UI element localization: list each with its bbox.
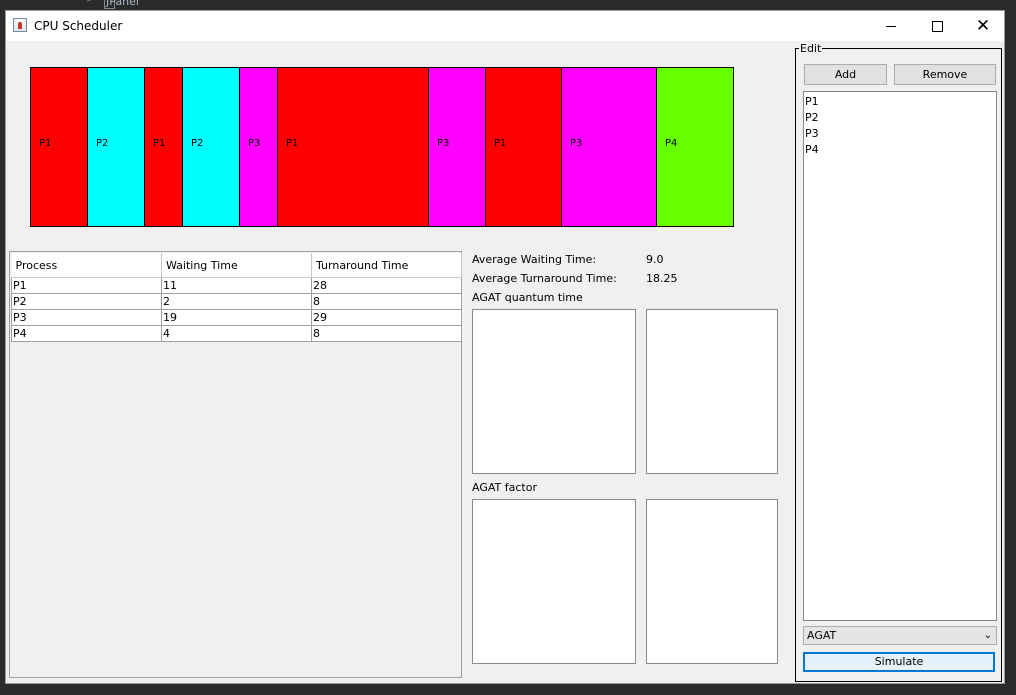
gantt-block-label: P3	[248, 138, 261, 149]
list-item[interactable]: P3	[805, 126, 995, 142]
column-header-process[interactable]: Process	[11, 253, 162, 278]
average-waiting-time-value: 9.0	[646, 253, 664, 266]
chevron-down-icon: ⌄	[983, 630, 992, 641]
table-row[interactable]: P3 19 29	[11, 309, 462, 326]
factor-values-panel	[646, 499, 778, 664]
minimize-button[interactable]	[868, 11, 914, 41]
cell-turnaround-time[interactable]: 8	[311, 293, 462, 310]
algorithm-select-value: AGAT	[807, 629, 837, 642]
cell-waiting-time[interactable]: 4	[161, 325, 312, 342]
table-row[interactable]: P2 2 8	[11, 293, 462, 310]
gantt-chart: P1 P2 P1 P2 P3 P1 P3 P1 P3 P4	[30, 67, 734, 227]
quantum-history-panel	[472, 309, 636, 474]
gantt-block-p1: P1	[278, 68, 429, 226]
gantt-block-p3: P3	[562, 68, 657, 226]
gantt-block-label: P1	[39, 138, 52, 149]
factor-history-panel	[472, 499, 636, 664]
java-app-icon	[13, 18, 27, 32]
gantt-block-p1: P1	[31, 68, 88, 226]
cell-waiting-time[interactable]: 19	[161, 309, 312, 326]
process-list[interactable]: P1 P2 P3 P4	[803, 91, 997, 621]
maximize-button[interactable]	[914, 11, 960, 41]
column-header-turnaround-time[interactable]: Turnaround Time	[311, 253, 462, 278]
tree-expand-icon: >	[86, 0, 94, 5]
gantt-block-p1: P1	[145, 68, 183, 226]
gantt-block-label: P3	[570, 138, 583, 149]
maximize-icon	[931, 21, 943, 32]
cell-process[interactable]: P4	[11, 325, 162, 342]
cell-waiting-time[interactable]: 11	[161, 277, 312, 294]
gantt-block-label: P3	[437, 138, 450, 149]
gantt-block-p4: P4	[657, 68, 733, 226]
close-icon: ✕	[975, 16, 991, 36]
background-ide-strip: > JPanel	[0, 0, 1016, 10]
cell-turnaround-time[interactable]: 29	[311, 309, 462, 326]
quantum-values-panel	[646, 309, 778, 474]
gantt-block-label: P1	[494, 138, 507, 149]
algorithm-select[interactable]: AGAT ⌄	[803, 626, 997, 645]
table-header-row: Process Waiting Time Turnaround Time	[11, 253, 462, 278]
gantt-block-p3: P3	[429, 68, 486, 226]
cpu-scheduler-window: CPU Scheduler ✕ P1 P2 P1 P2 P3 P1 P3 P1 P3 P4 Pro…	[5, 10, 1005, 684]
tree-node-label: JPanel	[106, 0, 139, 8]
cell-turnaround-time[interactable]: 28	[311, 277, 462, 294]
edit-group: Edit Add Remove P1 P2 P3 P4 AGAT ⌄ Simul…	[795, 42, 1002, 682]
cell-process[interactable]: P3	[11, 309, 162, 326]
results-table-pane: Process Waiting Time Turnaround Time P1 …	[9, 251, 462, 678]
edit-group-title: Edit	[799, 42, 823, 55]
results-table: Process Waiting Time Turnaround Time P1 …	[11, 253, 462, 342]
average-turnaround-time-label: Average Turnaround Time:	[472, 272, 617, 285]
title-bar[interactable]: CPU Scheduler ✕	[6, 11, 1004, 41]
average-turnaround-time-value: 18.25	[646, 272, 678, 285]
close-button[interactable]: ✕	[960, 11, 1006, 41]
list-item[interactable]: P4	[805, 142, 995, 158]
average-waiting-time-label: Average Waiting Time:	[472, 253, 597, 266]
window-title: CPU Scheduler	[34, 19, 123, 33]
add-button[interactable]: Add	[804, 64, 887, 85]
simulate-button[interactable]: Simulate	[803, 652, 995, 672]
gantt-block-label: P2	[96, 138, 109, 149]
gantt-block-label: P2	[191, 138, 204, 149]
list-item[interactable]: P2	[805, 110, 995, 126]
cell-waiting-time[interactable]: 2	[161, 293, 312, 310]
minimize-icon	[886, 26, 896, 27]
cell-process[interactable]: P1	[11, 277, 162, 294]
agat-quantum-time-label: AGAT quantum time	[472, 291, 583, 304]
gantt-block-label: P4	[665, 138, 678, 149]
remove-button[interactable]: Remove	[894, 64, 996, 85]
gantt-block-label: P1	[153, 138, 166, 149]
gantt-block-p1: P1	[486, 68, 562, 226]
table-row[interactable]: P4 4 8	[11, 325, 462, 342]
list-item[interactable]: P1	[805, 94, 995, 110]
table-row[interactable]: P1 11 28	[11, 277, 462, 294]
gantt-block-p2: P2	[88, 68, 145, 226]
cell-process[interactable]: P2	[11, 293, 162, 310]
cell-turnaround-time[interactable]: 8	[311, 325, 462, 342]
column-header-waiting-time[interactable]: Waiting Time	[161, 253, 312, 278]
gantt-block-label: P1	[286, 138, 299, 149]
gantt-block-p2: P2	[183, 68, 240, 226]
agat-factor-label: AGAT factor	[472, 481, 537, 494]
gantt-block-p3: P3	[240, 68, 278, 226]
